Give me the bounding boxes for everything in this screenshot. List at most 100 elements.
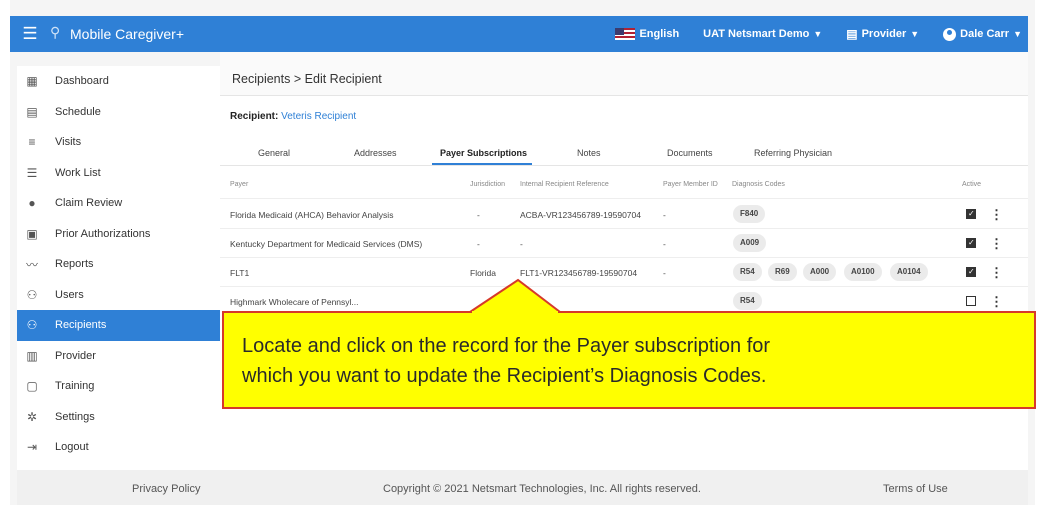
reference-cell: - [520, 239, 523, 249]
payer-cell: Florida Medicaid (AHCA) Behavior Analysi… [230, 210, 394, 220]
sidebar-item-label: Claim Review [55, 197, 123, 210]
kebab-menu-icon[interactable]: ⋮ [990, 207, 1003, 223]
chart-line-icon: 〰 [25, 257, 38, 272]
breadcrumb-current: Edit Recipient [304, 72, 382, 86]
active-checkbox[interactable] [966, 209, 976, 219]
user-menu[interactable]: Dale Carr ▼ [943, 27, 1022, 41]
payer-cell: Kentucky Department for Medicaid Service… [230, 239, 423, 249]
language-selector[interactable]: English [615, 28, 679, 40]
sidebar-item-reports[interactable]: 〰 Reports [17, 249, 220, 280]
caregiver-logo-icon: ⚲ [50, 24, 61, 40]
sidebar-item-label: Users [55, 288, 84, 301]
sidebar-item-visits[interactable]: ≡ Visits [17, 127, 220, 158]
sidebar-item-label: Visits [55, 136, 82, 149]
chevron-down-icon: ▼ [1013, 29, 1022, 39]
sidebar-item-label: Schedule [55, 105, 101, 118]
dashboard-icon: ▦ [26, 74, 38, 89]
calendar-icon: ▤ [26, 104, 38, 119]
alert-icon: ● [28, 196, 36, 211]
kebab-menu-icon[interactable]: ⋮ [990, 294, 1003, 310]
active-checkbox[interactable] [966, 267, 976, 277]
sidebar-item-provider[interactable]: ▥ Provider [17, 341, 220, 372]
top-bar: ☰ ⚲ Mobile Caregiver+ English UAT Netsma… [10, 16, 1028, 52]
user-name: Dale Carr [960, 28, 1010, 40]
language-label: English [639, 28, 680, 40]
column-header-active: Active [962, 181, 982, 188]
jurisdiction-cell: Florida [470, 268, 496, 278]
active-checkbox[interactable] [966, 238, 976, 248]
sidebar-item-label: Prior Authorizations [55, 227, 151, 240]
breadcrumb: Recipients > Edit Recipient [232, 72, 382, 86]
sidebar-item-schedule[interactable]: ▤ Schedule [17, 97, 220, 128]
active-checkbox[interactable] [966, 296, 976, 306]
callout-text: Locate and click on the record for the P… [242, 331, 770, 391]
tab-referring-physician[interactable]: Referring Physician [754, 148, 832, 158]
sidebar-item-claim-review[interactable]: ● Claim Review [17, 188, 220, 219]
diagnosis-code-chip: F840 [733, 205, 766, 223]
hamburger-menu-icon[interactable]: ☰ [10, 24, 50, 44]
sidebar-item-dashboard[interactable]: ▦ Dashboard [17, 66, 220, 97]
privacy-policy-link[interactable]: Privacy Policy [132, 483, 200, 495]
role-selector[interactable]: ▤ Provider ▼ [846, 27, 919, 41]
column-header-reference: Internal Recipient Reference [520, 181, 609, 188]
sidebar-item-prior-authorizations[interactable]: ▣ Prior Authorizations [17, 219, 220, 250]
recipients-icon: ⚇ [26, 318, 38, 333]
sidebar-item-users[interactable]: ⚇ Users [17, 280, 220, 311]
member-id-cell: - [663, 268, 666, 278]
diagnosis-code-chip: R54 [733, 292, 762, 310]
sidebar-item-label: Settings [55, 410, 95, 423]
organization-selector[interactable]: UAT Netsmart Demo ▼ [703, 28, 822, 40]
sidebar-item-training[interactable]: ▢ Training [17, 371, 220, 402]
tab-payer-subscriptions[interactable]: Payer Subscriptions [440, 148, 527, 158]
diagnosis-code-chip: A000 [803, 263, 837, 281]
organization-label: UAT Netsmart Demo [703, 28, 810, 40]
table-row[interactable]: FLT1 Florida FLT1-VR123456789-19590704 -… [220, 258, 1028, 287]
jurisdiction-cell: - [477, 239, 480, 249]
footer: Privacy Policy Copyright © 2021 Netsmart… [17, 470, 1028, 505]
users-icon: ⚇ [26, 287, 38, 302]
provider-icon: ▤ [846, 27, 858, 41]
sidebar-item-recipients[interactable]: ⚇ Recipients [17, 310, 220, 341]
tab-notes[interactable]: Notes [577, 148, 601, 158]
tab-general[interactable]: General [258, 148, 290, 158]
table-row[interactable]: Florida Medicaid (AHCA) Behavior Analysi… [220, 200, 1028, 229]
kebab-menu-icon[interactable]: ⋮ [990, 265, 1003, 281]
gear-icon: ✲ [26, 409, 38, 424]
app-title: Mobile Caregiver+ [70, 26, 184, 42]
sidebar-item-label: Training [55, 380, 95, 393]
recipient-label: Recipient: [230, 111, 279, 122]
column-header-member-id: Payer Member ID [663, 181, 718, 188]
sidebar-item-label: Recipients [55, 319, 107, 332]
sidebar-item-work-list[interactable]: ☰ Work List [17, 158, 220, 189]
kebab-menu-icon[interactable]: ⋮ [990, 236, 1003, 252]
calendar-check-icon: ▣ [26, 226, 38, 241]
chevron-down-icon: ▼ [813, 29, 823, 39]
diagnosis-code-chip: A009 [733, 234, 767, 252]
breadcrumb-recipients-link[interactable]: Recipients [232, 72, 290, 86]
sidebar-item-logout[interactable]: ⇥ Logout [17, 432, 220, 463]
reference-cell: FLT1-VR123456789-19590704 [520, 268, 638, 278]
reference-cell: ACBA-VR123456789-19590704 [520, 210, 641, 220]
column-header-jurisdiction: Jurisdiction [470, 181, 506, 188]
diagnosis-code-chip: R54 [733, 263, 762, 281]
user-avatar-icon [943, 27, 957, 41]
terms-of-use-link[interactable]: Terms of Use [883, 483, 948, 495]
table-row[interactable]: Kentucky Department for Medicaid Service… [220, 229, 1028, 258]
logout-icon: ⇥ [26, 440, 38, 455]
recipient-header: Recipient: Veteris Recipient [230, 111, 356, 122]
sidebar-item-label: Provider [55, 349, 96, 362]
diagnosis-code-chip: A0104 [890, 263, 928, 281]
callout-line-2: which you want to update the Recipient’s… [242, 365, 767, 387]
tab-documents[interactable]: Documents [667, 148, 713, 158]
building-icon: ▥ [26, 348, 38, 363]
copyright-text: Copyright © 2021 Netsmart Technologies, … [383, 483, 701, 495]
sidebar-item-settings[interactable]: ✲ Settings [17, 402, 220, 433]
payer-cell: Highmark Wholecare of Pennsyl... [230, 297, 359, 307]
training-icon: ▢ [26, 379, 38, 394]
instruction-callout: Locate and click on the record for the P… [222, 311, 1036, 409]
list-icon: ☰ [26, 165, 38, 180]
us-flag-icon [615, 28, 636, 40]
tab-addresses[interactable]: Addresses [354, 148, 397, 158]
sidebar-item-label: Logout [55, 441, 89, 454]
recipient-name-link[interactable]: Veteris Recipient [281, 111, 356, 122]
